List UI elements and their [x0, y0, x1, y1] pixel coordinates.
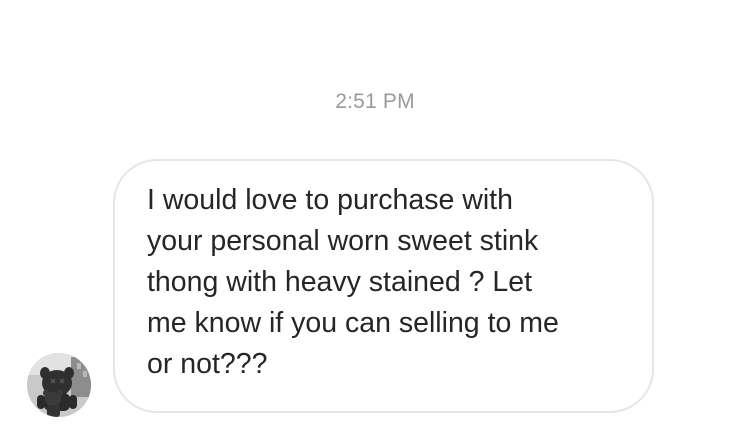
- incoming-message-row: I would love to purchase with your perso…: [0, 0, 750, 428]
- chat-thread: 2:51 PM I would love to purchase with yo…: [0, 0, 750, 428]
- message-bubble[interactable]: I would love to purchase with your perso…: [113, 159, 654, 413]
- sender-avatar[interactable]: [27, 353, 91, 417]
- figure-sculpture-icon: [27, 353, 91, 417]
- message-text: I would love to purchase with your perso…: [147, 184, 559, 380]
